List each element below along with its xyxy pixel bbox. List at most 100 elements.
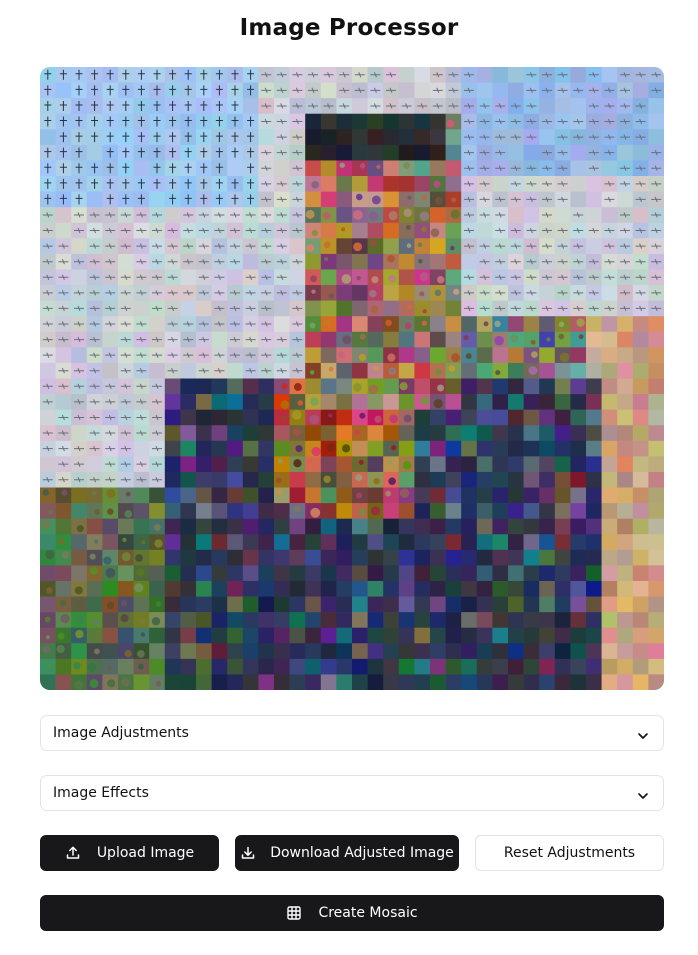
mosaic-tile — [570, 471, 587, 488]
mosaic-tile — [445, 394, 462, 410]
mosaic-tile — [367, 534, 384, 551]
tile-detail — [155, 601, 162, 607]
mosaic-tile — [71, 565, 88, 582]
mosaic-tile — [648, 378, 664, 395]
mosaic-tile — [554, 456, 571, 473]
upload-image-button[interactable]: Upload Image — [40, 835, 219, 871]
mosaic-tile — [601, 347, 618, 364]
tile-detail — [451, 353, 460, 362]
mosaic-tile — [586, 409, 602, 426]
mosaic-tile — [398, 222, 415, 239]
mosaic-tile — [632, 518, 649, 535]
mosaic-tile — [445, 269, 462, 286]
mosaic-tile — [320, 518, 337, 535]
tile-detail — [450, 209, 461, 219]
mosaic-tile — [632, 394, 649, 410]
tile-detail — [450, 245, 455, 251]
mosaic-tile — [227, 362, 244, 379]
mosaic-tile — [55, 394, 72, 410]
mosaic-tile — [445, 331, 462, 348]
mosaic-tile — [55, 658, 72, 675]
tile-detail — [57, 632, 65, 640]
mosaic-tile — [274, 612, 290, 629]
mosaic-tile — [71, 425, 88, 442]
mosaic-tile — [492, 471, 509, 488]
mosaic-tile — [383, 331, 400, 348]
tile-detail — [46, 663, 52, 669]
mosaic-tile — [523, 612, 540, 629]
mosaic-tile — [242, 612, 259, 629]
mosaic-tile — [242, 565, 259, 582]
image-effects-accordion[interactable]: Image Effects — [40, 775, 664, 811]
mosaic-tile — [102, 534, 119, 551]
mosaic-tile — [492, 518, 509, 535]
mosaic-tile — [211, 409, 228, 426]
mosaic-tile — [102, 518, 119, 535]
tile-detail — [154, 524, 161, 531]
image-effects-label: Image Effects — [53, 785, 149, 801]
mosaic-tile — [164, 487, 181, 504]
tile-detail — [448, 365, 456, 372]
mosaic-tile — [367, 565, 384, 582]
mosaic-tile — [445, 144, 462, 161]
mosaic-tile — [320, 503, 337, 519]
mosaic-tile — [445, 425, 462, 442]
mosaic-tile — [40, 456, 56, 473]
mosaic-tile — [648, 487, 664, 504]
mosaic-tile — [242, 378, 259, 395]
tile-detail — [419, 291, 425, 297]
mosaic-tile — [274, 643, 290, 660]
tile-detail — [417, 242, 423, 248]
mosaic-tile — [508, 658, 524, 675]
mosaic-tile — [601, 471, 618, 488]
mosaic-tile — [258, 487, 275, 504]
tile-detail — [45, 550, 55, 560]
mosaic-tile — [508, 627, 524, 644]
mosaic-tile — [445, 596, 462, 613]
tile-detail — [311, 181, 319, 189]
tile-detail — [94, 648, 100, 655]
mosaic-tile — [196, 534, 212, 551]
mosaic-tile — [133, 160, 150, 177]
mosaic-tile — [445, 456, 462, 473]
mosaic-tile — [320, 82, 337, 99]
mosaic-tile — [523, 627, 540, 644]
image-adjustments-accordion[interactable]: Image Adjustments — [40, 715, 664, 751]
mosaic-tile — [227, 440, 244, 457]
tile-detail — [291, 410, 302, 420]
tile-detail — [546, 337, 551, 342]
mosaic-tile — [461, 674, 478, 690]
mosaic-tile — [336, 113, 353, 130]
mosaic-tile — [414, 331, 431, 348]
download-adjusted-image-button[interactable]: Download Adjusted Image — [235, 835, 459, 871]
tile-detail — [40, 519, 51, 530]
mosaic-tile — [305, 612, 322, 629]
mosaic-tile — [305, 643, 322, 660]
reset-adjustments-button[interactable]: Reset Adjustments — [475, 835, 664, 871]
mosaic-tile — [554, 596, 571, 613]
mosaic-tile — [258, 409, 275, 426]
mosaic-tile — [336, 207, 353, 224]
mosaic-tile — [430, 549, 446, 566]
mosaic-tile — [196, 518, 212, 535]
tile-detail — [388, 211, 398, 221]
mosaic-tile — [305, 378, 322, 395]
tile-detail — [154, 539, 163, 548]
mosaic-tile — [336, 316, 353, 333]
mosaic-tile — [118, 658, 134, 675]
mosaic-tile — [554, 503, 571, 519]
mosaic-tile — [164, 612, 181, 629]
mosaic-tile — [71, 347, 88, 364]
mosaic-tile — [398, 565, 415, 582]
mosaic-tile — [554, 518, 571, 535]
mosaic-tile — [539, 643, 556, 660]
mosaic-tile — [398, 144, 415, 161]
mosaic-tile — [242, 253, 259, 270]
mosaic-tile — [539, 98, 556, 115]
tile-detail — [436, 276, 445, 284]
create-mosaic-button[interactable]: Create Mosaic — [40, 895, 664, 931]
mosaic-tile — [492, 487, 509, 504]
mosaic-tile — [430, 425, 446, 442]
mosaic-tile — [336, 674, 353, 690]
mosaic-tile — [336, 549, 353, 566]
